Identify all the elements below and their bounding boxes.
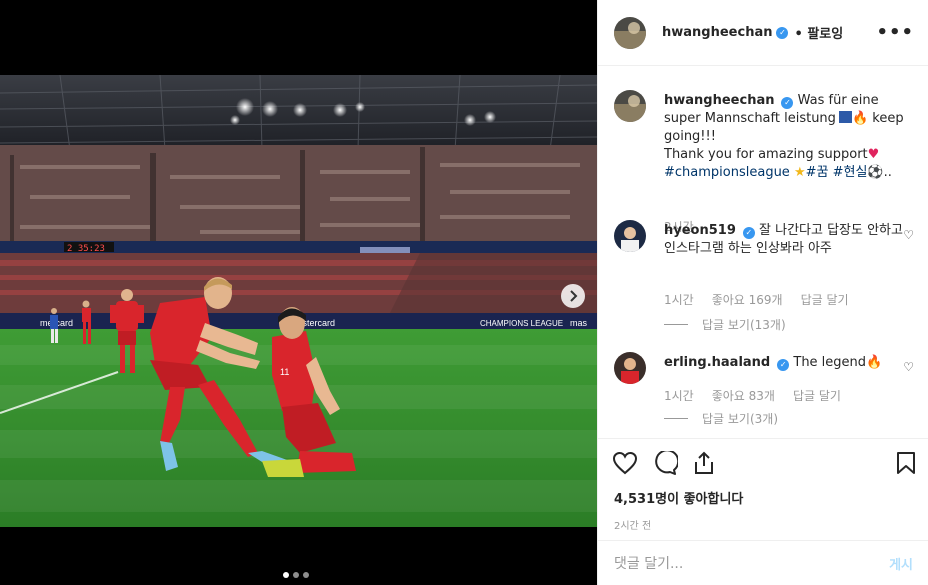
verified-icon: ✓ bbox=[777, 359, 790, 371]
fire-emoji-icon: 🔥 bbox=[866, 355, 883, 370]
comment-input[interactable]: 댓글 달기... bbox=[614, 553, 889, 573]
comments-list[interactable]: hwangheechan ✓ Was für eine super Mannsch… bbox=[598, 66, 928, 438]
action-icons bbox=[612, 451, 716, 475]
view-replies[interactable]: 답글 보기(3개) bbox=[664, 410, 778, 427]
carousel-dot-2[interactable] bbox=[293, 572, 299, 578]
hashtag-korean[interactable]: #꿈 #현실 bbox=[806, 165, 868, 180]
carousel-dots bbox=[283, 572, 309, 578]
comment-meta: 1시간 좋아요 83개 답글 달기 bbox=[664, 387, 841, 404]
post-comment-button[interactable]: 게시 bbox=[889, 554, 913, 573]
post-timestamp[interactable]: 2시간 전 bbox=[614, 517, 651, 532]
comment-meta: 1시간 좋아요 169개 답글 달기 bbox=[664, 291, 849, 308]
verified-icon: ✓ bbox=[776, 26, 789, 39]
reply-button[interactable]: 답글 달기 bbox=[793, 387, 841, 404]
author-avatar[interactable] bbox=[614, 16, 646, 49]
post-sidebar: hwangheechan ✓ • 팔로잉 ••• hwangheechan ✓ W… bbox=[597, 0, 928, 585]
comment-time[interactable]: 1시간 bbox=[664, 291, 694, 308]
replies-divider bbox=[664, 418, 688, 419]
comment-time[interactable]: 1시간 bbox=[664, 387, 694, 404]
heart-emoji-icon: ♥ bbox=[867, 147, 880, 162]
commenter-avatar[interactable] bbox=[614, 220, 646, 252]
fire-emoji-icon: 🔥 bbox=[851, 111, 869, 126]
carousel-next-button[interactable] bbox=[561, 284, 585, 308]
chevron-right-icon bbox=[568, 287, 578, 306]
caption-text: hwangheechan ✓ Was für eine super Mannsch… bbox=[664, 92, 904, 182]
share-icon[interactable] bbox=[692, 451, 716, 475]
comment-body: The legend bbox=[793, 355, 867, 370]
caption-username[interactable]: hwangheechan bbox=[664, 93, 774, 108]
jersey-number: 11 bbox=[280, 367, 289, 377]
caption-ellipsis: .. bbox=[883, 165, 892, 180]
comment-text: hyeon519 ✓ 잘 나간다고 답장도 안하고 인스타그램 하는 인상봐라 아… bbox=[664, 222, 904, 258]
scoreboard-text: 2 35:23 bbox=[67, 244, 105, 254]
star-emoji-icon: ★ bbox=[793, 165, 806, 180]
view-replies[interactable]: 답글 보기(13개) bbox=[664, 316, 786, 333]
replies-divider bbox=[664, 324, 688, 325]
comment-like-heart-icon[interactable]: ♡ bbox=[903, 360, 914, 374]
flag-emoji-icon bbox=[838, 111, 852, 123]
author-username[interactable]: hwangheechan bbox=[662, 25, 772, 40]
heart-icon[interactable] bbox=[612, 451, 638, 475]
media-panel: 2 35:23 mercard mastercard CHAMPIONS LEA… bbox=[0, 0, 597, 585]
post-header: hwangheechan ✓ • 팔로잉 ••• bbox=[598, 0, 928, 66]
post-photo[interactable]: 2 35:23 mercard mastercard CHAMPIONS LEA… bbox=[0, 75, 597, 527]
ad-board-4: mas bbox=[570, 318, 588, 328]
carousel-dot-1[interactable] bbox=[283, 572, 289, 578]
carousel-dot-3[interactable] bbox=[303, 572, 309, 578]
reply-button[interactable]: 답글 달기 bbox=[801, 291, 849, 308]
verified-icon: ✓ bbox=[742, 227, 755, 239]
view-replies-label[interactable]: 답글 보기(3개) bbox=[702, 410, 778, 427]
soccer-ball-icon: ⚽ bbox=[867, 165, 884, 180]
stadium-photo: 2 35:23 mercard mastercard CHAMPIONS LEA… bbox=[0, 75, 597, 527]
commenter-avatar[interactable] bbox=[614, 352, 646, 384]
comment-text: erling.haaland ✓ The legend🔥 bbox=[664, 354, 904, 372]
more-icon[interactable]: ••• bbox=[876, 22, 914, 43]
hashtag-championsleague[interactable]: #championsleague bbox=[664, 165, 790, 180]
ad-board-3: CHAMPIONS LEAGUE bbox=[480, 319, 563, 328]
commenter-username[interactable]: erling.haaland bbox=[664, 355, 770, 370]
comment-likes[interactable]: 좋아요 83개 bbox=[712, 387, 775, 404]
like-count[interactable]: 4,531명이 좋아합니다 bbox=[614, 488, 743, 507]
following-button[interactable]: • 팔로잉 bbox=[794, 23, 843, 42]
comment-likes[interactable]: 좋아요 169개 bbox=[712, 291, 783, 308]
verified-icon: ✓ bbox=[781, 97, 794, 109]
view-replies-label[interactable]: 답글 보기(13개) bbox=[702, 316, 786, 333]
commenter-username[interactable]: hyeon519 bbox=[664, 223, 736, 238]
caption-avatar[interactable] bbox=[614, 90, 646, 122]
caption-line-3: Thank you for amazing support bbox=[664, 147, 868, 162]
bookmark-icon[interactable] bbox=[895, 451, 917, 479]
comment-like-heart-icon[interactable]: ♡ bbox=[903, 228, 914, 242]
comment-icon[interactable] bbox=[652, 451, 678, 475]
post-actions: 4,531명이 좋아합니다 2시간 전 bbox=[598, 438, 928, 538]
add-comment-bar: 댓글 달기... 게시 bbox=[598, 540, 928, 585]
